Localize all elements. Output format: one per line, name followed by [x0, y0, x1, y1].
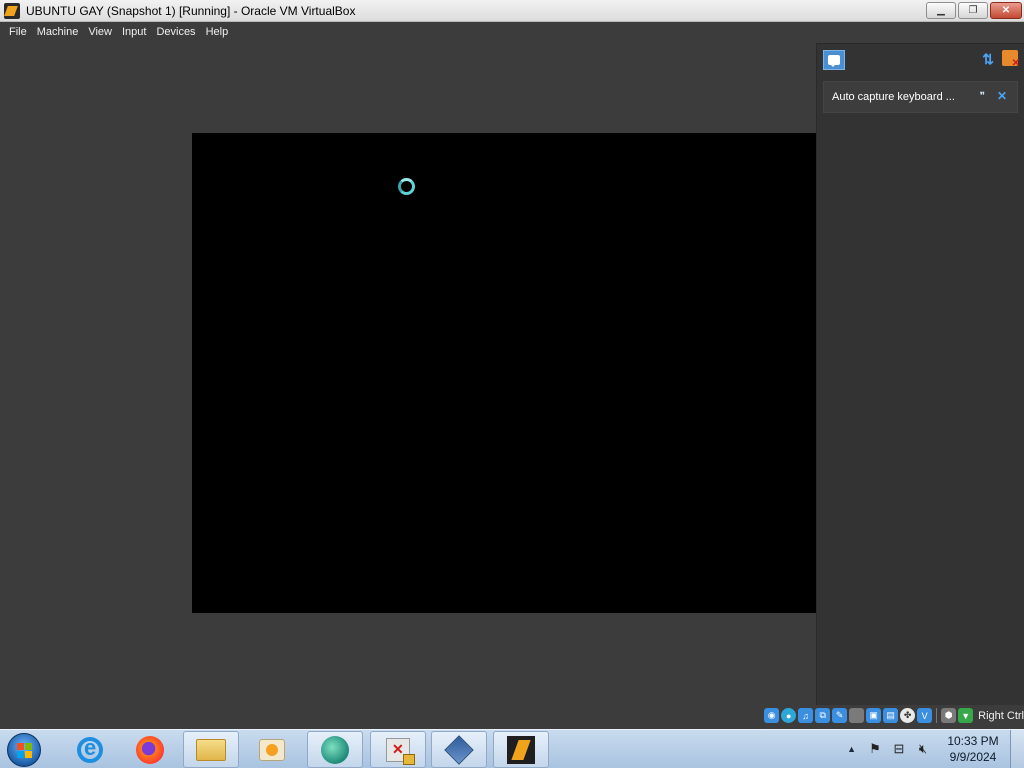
vm-status-bar: ◉ ● ♫ ⧉ ✎ ▣ ▤ ✤ V ⬢ ▼ Right Ctrl — [0, 705, 1024, 729]
internet-explorer-icon — [77, 735, 103, 763]
notification-item[interactable]: Auto capture keyboard ... ❞ ✕ — [823, 81, 1018, 113]
system-tray: ▲ ⚑ ⊟ 🔇︎ 10:33 PM 9/9/2024 — [847, 730, 1024, 768]
recording-icon[interactable]: ▤ — [883, 708, 899, 723]
taskbar-app-green[interactable] — [307, 731, 363, 768]
restore-button[interactable]: ❐ — [958, 2, 988, 19]
firefox-icon — [136, 735, 164, 764]
menu-bar: File Machine View Input Devices Help — [0, 22, 1024, 41]
notification-toolbar: ⇅ — [817, 44, 1024, 76]
network-tray-icon[interactable]: ⊟ — [890, 741, 908, 757]
notification-text: Auto capture keyboard ... — [832, 91, 955, 103]
mouse-integration-icon[interactable]: V — [917, 708, 933, 723]
window-title-bar[interactable]: UBUNTU GAY (Snapshot 1) [Running] - Orac… — [0, 0, 1024, 22]
volume-muted-icon[interactable]: 🔇︎ — [914, 741, 932, 757]
hard-disk-icon[interactable]: ◉ — [764, 708, 780, 723]
menu-view[interactable]: View — [83, 26, 117, 38]
notification-toolbar-actions: ⇅ — [982, 50, 1020, 69]
menu-input[interactable]: Input — [117, 26, 151, 38]
audio-icon[interactable]: ♫ — [798, 708, 814, 723]
window-title: UBUNTU GAY (Snapshot 1) [Running] - Orac… — [26, 3, 356, 18]
host-key-label: Right Ctrl — [978, 709, 1024, 722]
taskbar-firefox[interactable] — [122, 731, 178, 768]
menu-help[interactable]: Help — [201, 26, 234, 38]
notification-center-panel: ⇅ Auto capture keyboard ... ❞ ✕ — [816, 43, 1024, 705]
vm-display[interactable] — [192, 133, 816, 613]
virtualbox-icon — [444, 734, 474, 765]
media-player-icon — [259, 738, 285, 761]
taskbar-internet-explorer[interactable] — [62, 731, 118, 768]
windows-taskbar: ▲ ⚑ ⊟ 🔇︎ 10:33 PM 9/9/2024 — [0, 729, 1024, 768]
system-clock[interactable]: 10:33 PM 9/9/2024 — [938, 733, 1008, 765]
shared-folders-icon[interactable] — [849, 708, 865, 723]
message-bubble-icon — [828, 55, 840, 67]
menu-devices[interactable]: Devices — [151, 26, 200, 38]
taskbar-file-explorer[interactable] — [183, 731, 239, 768]
minimize-button[interactable]: ▁ — [926, 2, 956, 19]
network-icon[interactable]: ⧉ — [815, 708, 831, 723]
delete-all-notifications-icon[interactable] — [1002, 50, 1020, 69]
green-app-icon — [321, 735, 349, 764]
status-bar-indicators: ◉ ● ♫ ⧉ ✎ ▣ ▤ ✤ V ⬢ ▼ Right Ctrl — [764, 708, 1024, 723]
virtualbox-vm-icon — [507, 735, 535, 764]
keyboard-capture-icon[interactable]: ⬢ — [941, 708, 957, 723]
virtualbox-app-icon[interactable] — [4, 2, 20, 19]
folder-icon — [196, 738, 226, 761]
menu-machine[interactable]: Machine — [32, 26, 84, 38]
sort-order-icon[interactable]: ⇅ — [982, 50, 994, 68]
menu-file[interactable]: File — [4, 26, 32, 38]
cpu-icon[interactable]: ✤ — [900, 708, 916, 723]
toggle-notification-center-button[interactable] — [823, 50, 845, 70]
host-key-icon[interactable]: ▼ — [958, 708, 974, 723]
taskbar-virtualbox-manager[interactable] — [431, 731, 487, 768]
taskbar-virtualbox-vm[interactable] — [493, 731, 549, 768]
action-center-flag-icon[interactable]: ⚑ — [866, 741, 884, 757]
optical-drive-icon[interactable]: ● — [781, 708, 797, 723]
display-icon[interactable]: ▣ — [866, 708, 882, 723]
window-controls: ▁ ❐ ✕ — [926, 2, 1022, 19]
start-button[interactable] — [7, 733, 41, 767]
show-hidden-icons-icon[interactable]: ▲ — [847, 744, 856, 754]
divider — [936, 708, 938, 723]
clock-date: 9/9/2024 — [949, 750, 997, 764]
show-desktop-button[interactable] — [1010, 730, 1024, 768]
close-icon[interactable]: ✕ — [997, 89, 1007, 103]
chat-bubbles-icon[interactable]: ❞ — [980, 91, 985, 102]
clock-time: 10:33 PM — [947, 734, 999, 748]
close-button[interactable]: ✕ — [990, 2, 1022, 19]
taskbar-media-player[interactable] — [244, 731, 300, 768]
loading-spinner-icon — [398, 178, 415, 195]
locked-file-icon — [386, 737, 415, 765]
usb-icon[interactable]: ✎ — [832, 708, 848, 723]
taskbar-locked-app[interactable] — [370, 731, 426, 768]
